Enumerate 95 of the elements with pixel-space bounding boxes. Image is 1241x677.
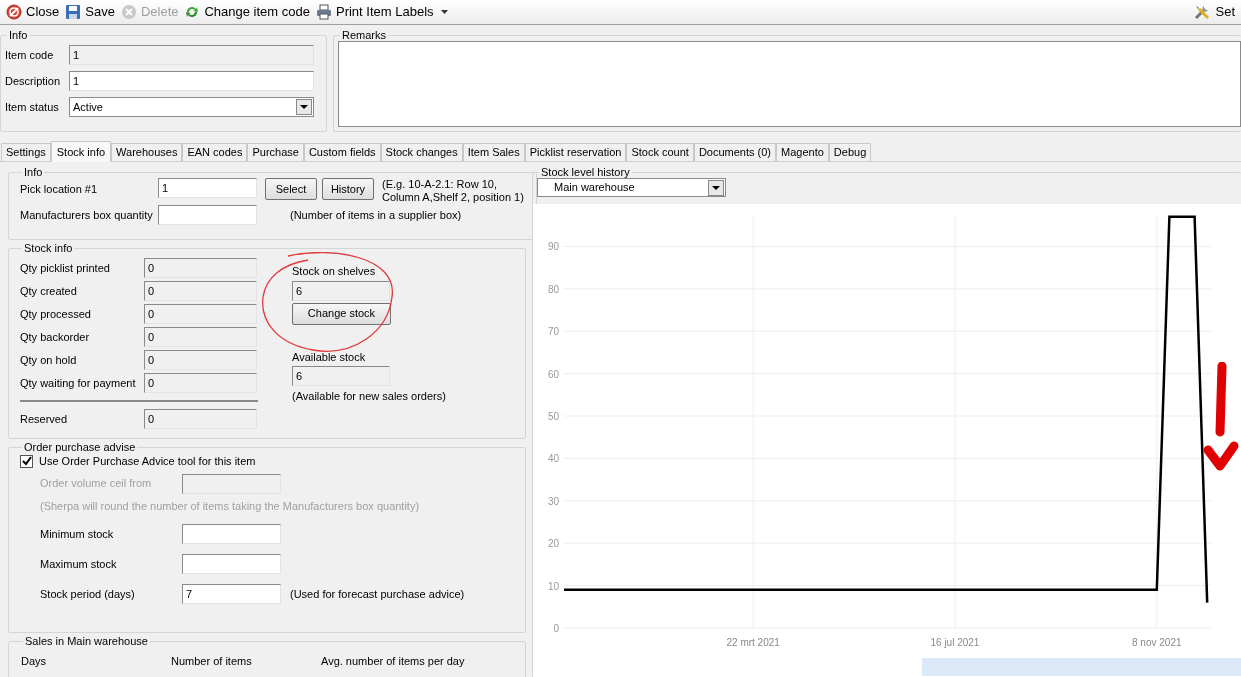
tab[interactable]: Stock info — [50, 141, 112, 162]
column-header: Number of items — [171, 654, 253, 669]
remarks-field[interactable] — [338, 41, 1241, 127]
toolbar-button[interactable]: Save — [63, 1, 117, 23]
tab[interactable]: Magento — [776, 143, 829, 161]
toolbar-button[interactable]: Change item code — [182, 1, 312, 23]
input-field[interactable] — [182, 473, 281, 494]
tab[interactable]: Documents (0) — [693, 143, 776, 161]
status-dropdown[interactable]: Active — [69, 97, 314, 117]
field-label: Qty created — [20, 283, 78, 299]
y-tick-label: 90 — [547, 241, 559, 253]
field-label: Item status — [5, 99, 60, 115]
group-title: Info — [8, 29, 29, 41]
input-field[interactable]: 7 — [182, 584, 281, 604]
input-field[interactable] — [158, 205, 257, 225]
field-label: Minimum stock — [40, 526, 115, 542]
field-label: Order volume ceil from — [40, 476, 153, 492]
input-field[interactable]: 1 — [69, 71, 314, 91]
input-field[interactable] — [182, 554, 281, 574]
tab[interactable]: Settings — [1, 143, 51, 161]
close-icon — [6, 4, 22, 20]
tab[interactable]: Stock count — [626, 143, 694, 161]
tab[interactable]: Item Sales — [462, 143, 525, 161]
field-label: Qty processed — [20, 306, 92, 322]
column-header: Avg. number of items per day — [321, 654, 466, 669]
readonly-field[interactable]: 1 — [69, 45, 314, 65]
delete-icon — [120, 4, 137, 20]
button[interactable]: Select — [265, 178, 317, 200]
tab[interactable]: Warehouses — [111, 143, 183, 161]
field-label: Pick location #1 — [20, 182, 99, 197]
tools-icon — [1193, 3, 1212, 21]
field-label: Stock on shelves — [292, 264, 377, 279]
y-tick-label: 50 — [547, 411, 559, 422]
button[interactable]: Change stock — [292, 302, 391, 325]
checkmark-icon — [21, 456, 32, 467]
hint-text: (Available for new sales orders) — [292, 389, 446, 404]
tab[interactable]: Picklist reservation — [524, 143, 627, 161]
hint-text: (Sherpa will round the number of items taking the Manufacturers box quantity) — [39, 498, 421, 514]
tab[interactable]: Debug — [828, 143, 872, 161]
x-tick-label: 16 jul 2021 — [930, 637, 980, 648]
printer-icon — [316, 4, 332, 20]
readonly-field[interactable]: 0 — [144, 258, 257, 278]
tab[interactable]: EAN codes — [182, 143, 248, 161]
y-tick-label: 60 — [547, 368, 559, 380]
field-label: Qty on hold — [20, 352, 78, 368]
y-tick-label: 40 — [547, 453, 559, 465]
field-label: Stock period (days) — [40, 586, 136, 602]
group-title: Sales in Main warehouse — [24, 635, 149, 647]
checkbox[interactable] — [20, 454, 33, 468]
field-label: Qty waiting for payment — [20, 375, 137, 391]
field-label: Maximum stock — [40, 556, 118, 572]
readonly-field[interactable]: 0 — [144, 304, 257, 324]
toolbar-button[interactable]: Print Item Labels — [314, 1, 450, 23]
readonly-field[interactable]: 0 — [144, 281, 257, 301]
field-label: Reserved — [20, 411, 69, 427]
tab[interactable]: Purchase — [247, 143, 304, 161]
field-label: Available stock — [292, 349, 367, 365]
group-title: Remarks — [341, 29, 387, 41]
readonly-field[interactable]: 0 — [144, 327, 257, 347]
y-tick-label: 10 — [547, 580, 559, 592]
warehouse-dropdown[interactable]: Main warehouse — [537, 178, 726, 197]
y-tick-label: 0 — [553, 623, 559, 634]
refresh-arrows-icon — [184, 4, 201, 20]
checkbox-label: Use Order Purchase Advice tool for this item — [39, 454, 256, 469]
input-field[interactable] — [182, 524, 281, 544]
x-tick-label: 22 mrt 2021 — [726, 637, 780, 648]
tab[interactable]: Stock changes — [380, 143, 463, 161]
field-label: Description — [5, 73, 62, 89]
y-tick-label: 70 — [547, 326, 559, 338]
readonly-field[interactable]: 0 — [144, 373, 257, 393]
y-tick-label: 30 — [547, 495, 559, 507]
group-title: Stock info — [23, 242, 74, 254]
toolbar-button[interactable]: Close — [4, 1, 62, 23]
toolbar-button[interactable]: Set — [1191, 1, 1237, 23]
readonly-field[interactable]: 6 — [292, 366, 390, 386]
button[interactable]: History — [322, 178, 374, 200]
group-title: Order purchase advise — [23, 441, 137, 453]
field-label: Qty backorder — [20, 329, 91, 345]
y-tick-label: 80 — [547, 283, 559, 295]
readonly-field[interactable]: 0 — [144, 409, 257, 429]
field-label: Qty picklist printed — [20, 260, 111, 276]
y-tick-label: 20 — [547, 538, 559, 550]
readonly-field[interactable]: 6 — [292, 280, 390, 301]
column-header: Days — [21, 654, 48, 669]
readonly-field[interactable]: 0 — [144, 350, 257, 370]
group-title: Stock level history — [540, 166, 631, 178]
hint-text: (E.g. 10-A-2.1: Row 10, Column A,Shelf 2, position 1) — [382, 178, 525, 204]
field-label: Item code — [5, 47, 55, 63]
tab[interactable]: Custom fields — [303, 143, 381, 161]
hint-text: (Used for forecast purchase advice) — [290, 586, 465, 602]
x-tick-label: 8 nov 2021 — [1132, 637, 1182, 648]
field-label: Manufacturers box quantity — [20, 207, 154, 223]
group-title: Info — [23, 166, 44, 178]
input-field[interactable]: 1 — [158, 178, 257, 198]
hint-text: (Number of items in a supplier box) — [290, 207, 462, 223]
